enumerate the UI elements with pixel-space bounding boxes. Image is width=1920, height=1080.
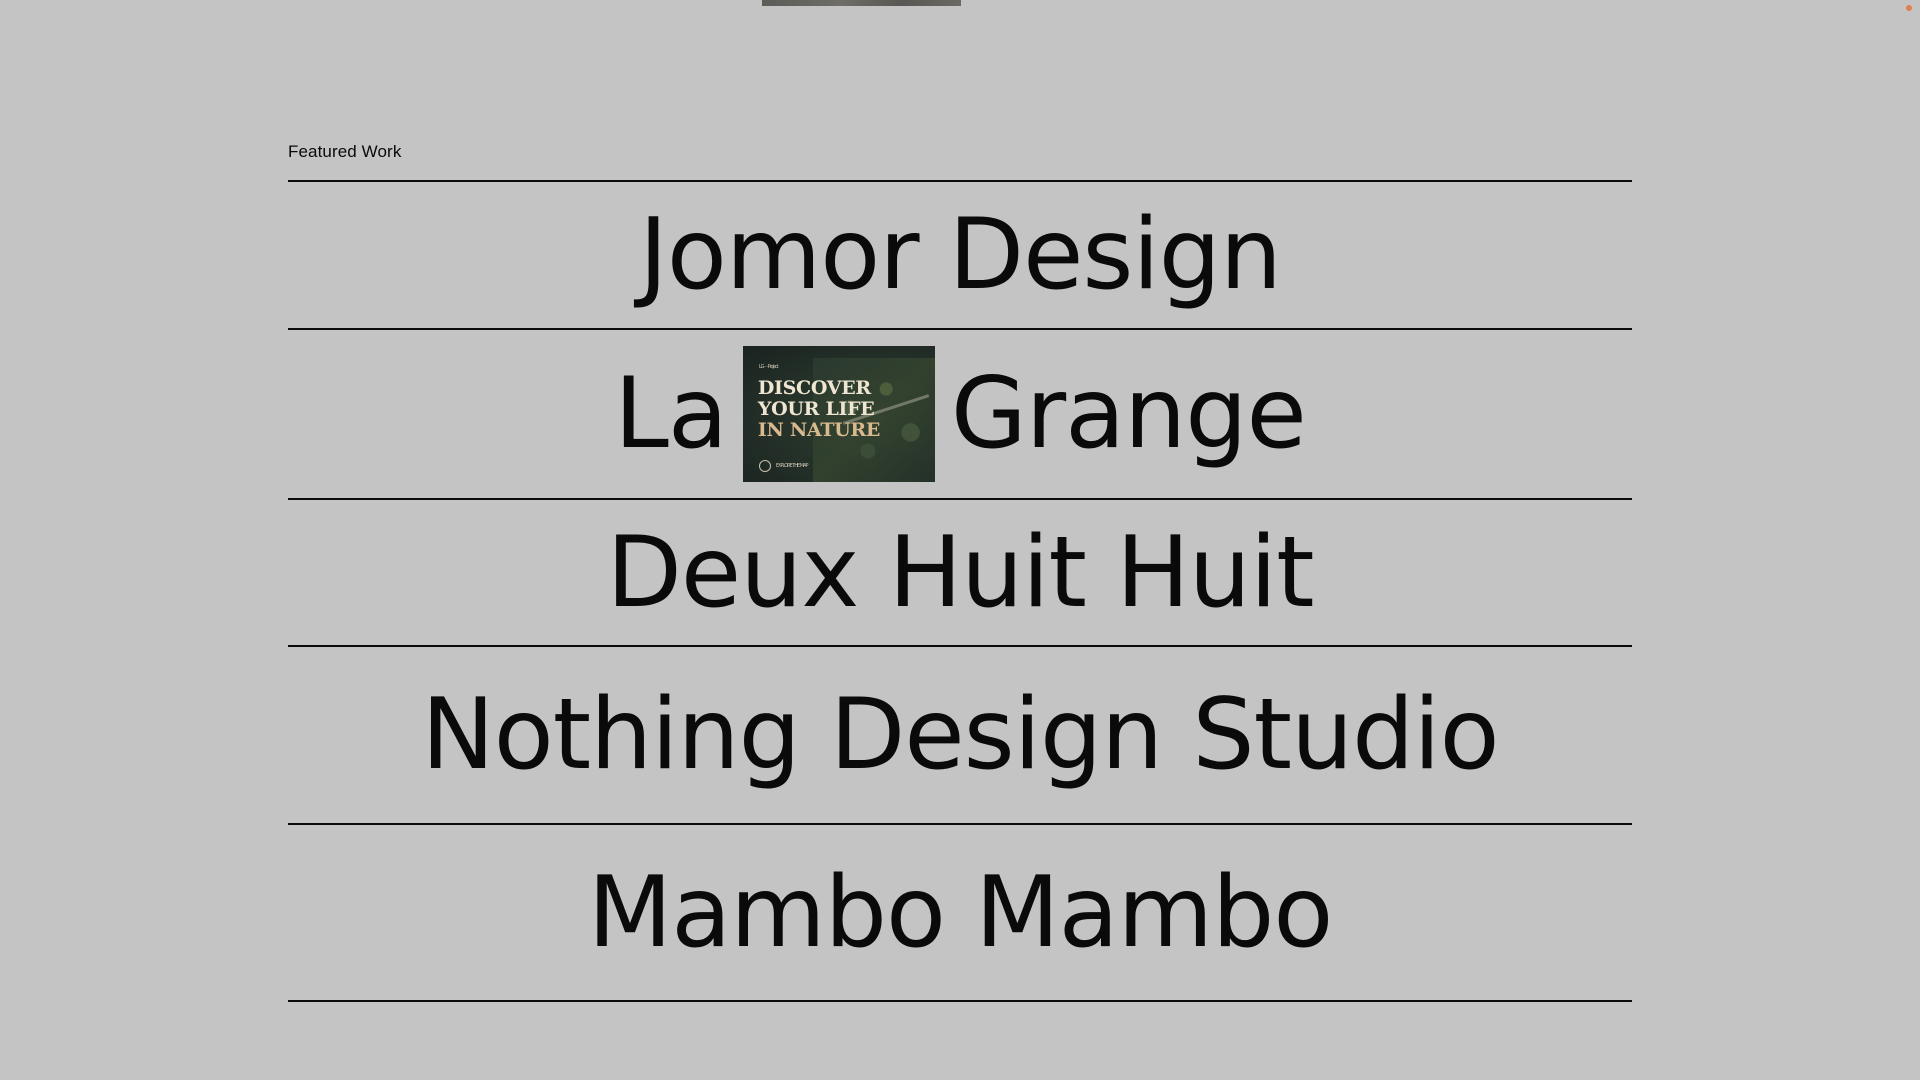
work-title-part: La: [614, 357, 728, 471]
work-title: Mambo Mambo: [587, 855, 1334, 970]
play-circle-icon: [758, 460, 771, 472]
preview-nav: LG · · · Project: [758, 364, 779, 370]
work-item-deux-huit-huit[interactable]: Deux Huit Huit: [288, 500, 1632, 647]
work-title: La LG · · · Project DISCOVER YOUR LIFE I…: [614, 346, 1307, 482]
preview-headline-line: YOUR LIFE: [757, 398, 875, 420]
work-item-mambo-mambo[interactable]: Mambo Mambo: [288, 825, 1632, 1002]
work-title: Nothing Design Studio: [421, 678, 1499, 792]
status-dot: [1906, 5, 1912, 11]
work-item-nothing-design-studio[interactable]: Nothing Design Studio: [288, 647, 1632, 825]
work-list: Jomor Design La LG · · · Project DISCOVE…: [288, 180, 1632, 1002]
preview-cta-label: EXPLORE THE MAP: [775, 462, 809, 469]
preview-headline-line: IN NATURE: [757, 419, 881, 441]
work-item-la-grange[interactable]: La LG · · · Project DISCOVER YOUR LIFE I…: [288, 330, 1632, 500]
section-label: Featured Work: [288, 142, 402, 161]
project-preview-image: LG · · · Project DISCOVER YOUR LIFE IN N…: [742, 346, 935, 482]
work-title: Jomor Design: [638, 198, 1282, 312]
work-title-part: Grange: [950, 357, 1307, 471]
preview-cta: EXPLORE THE MAP: [758, 460, 809, 472]
work-item-jomor-design[interactable]: Jomor Design: [288, 182, 1632, 330]
work-title: Deux Huit Huit: [606, 515, 1314, 630]
preview-headline: DISCOVER YOUR LIFE IN NATURE: [757, 377, 881, 441]
previous-image-edge: [762, 0, 961, 6]
preview-headline-line: DISCOVER: [757, 377, 871, 399]
featured-work-section: Featured Work Jomor Design La LG · · · P…: [288, 142, 1632, 1002]
